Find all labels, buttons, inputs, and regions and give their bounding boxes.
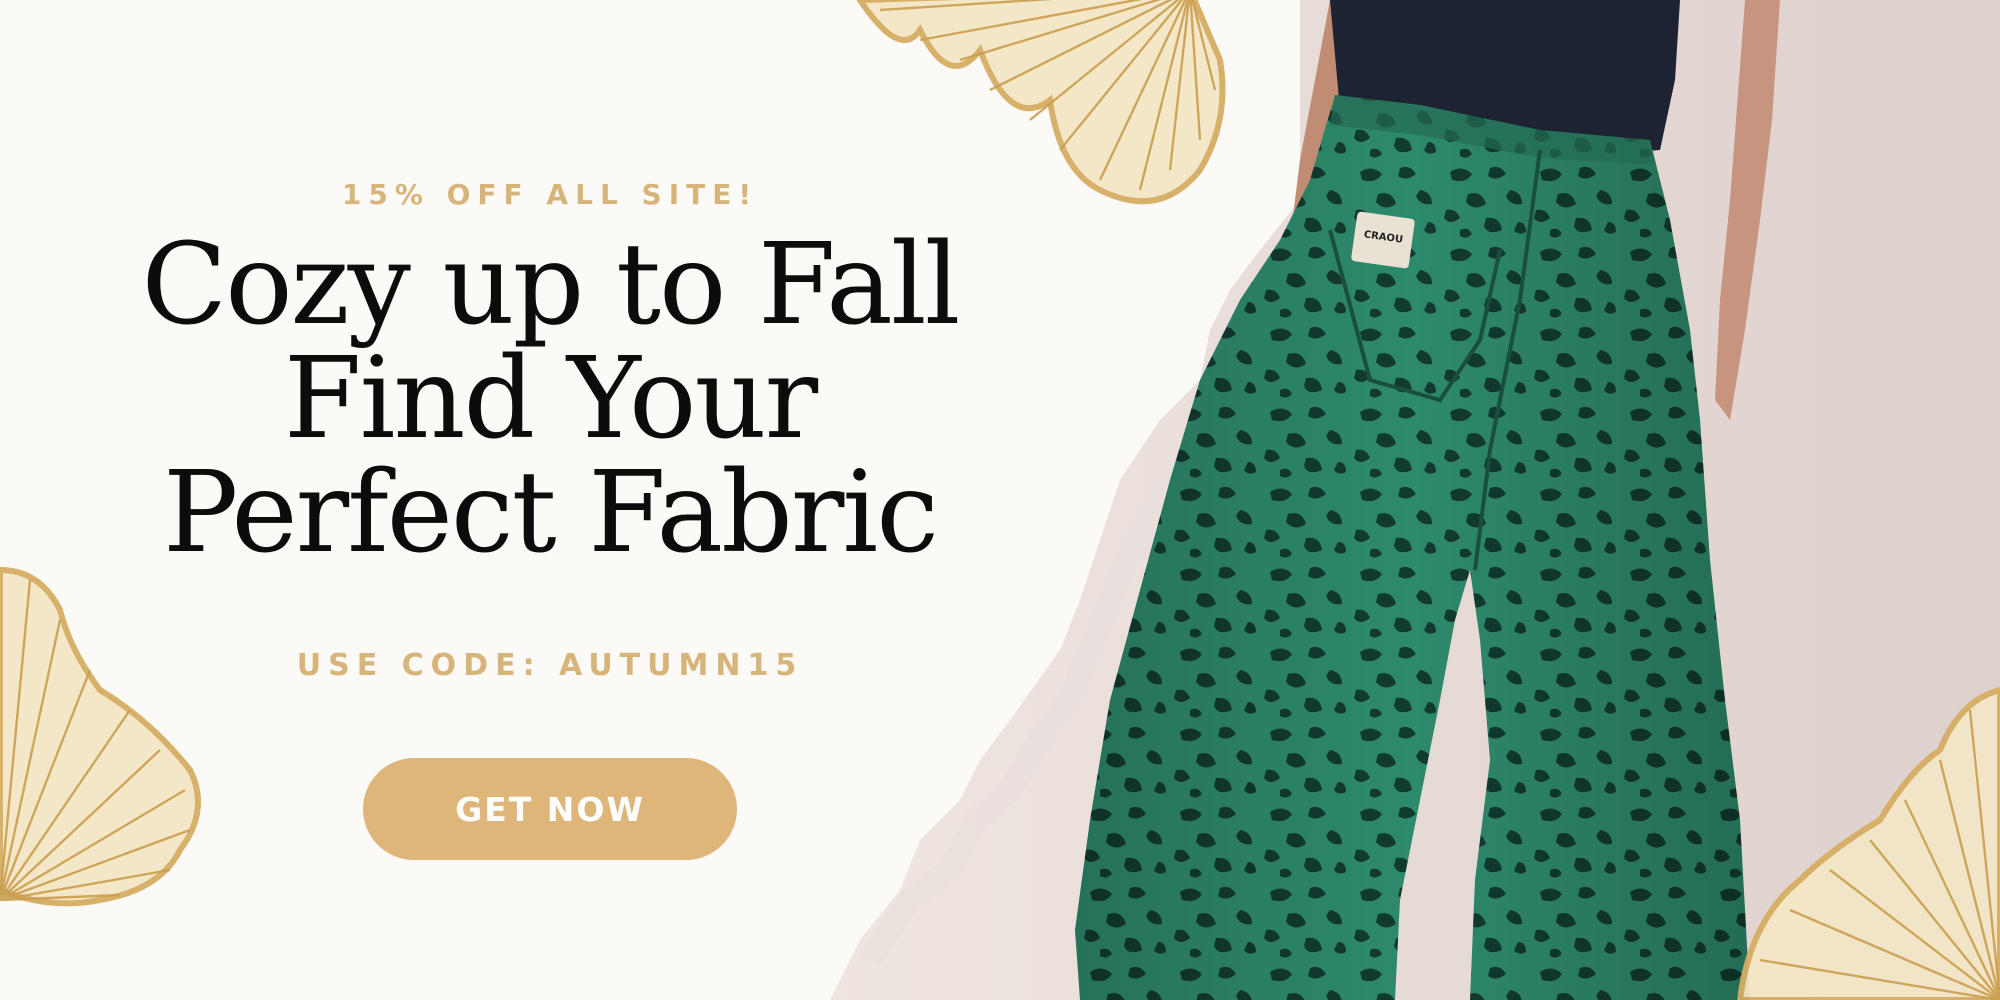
promo-headline: 15% OFF ALL SITE! bbox=[341, 178, 759, 211]
promo-banner: CRAOU 15% OFF ALL SITE! Cozy up to Fall … bbox=[0, 0, 2000, 1000]
coupon-code: USE CODE: AUTUMN15 bbox=[296, 648, 804, 683]
get-now-button[interactable]: GET NOW bbox=[363, 758, 737, 860]
headline-line-2: Find Your bbox=[283, 334, 818, 464]
headline-line-3: Perfect Fabric bbox=[163, 448, 939, 578]
main-headline: Cozy up to Fall Find Your Perfect Fabric bbox=[130, 228, 970, 570]
promo-text-block: 15% OFF ALL SITE! Cozy up to Fall Find Y… bbox=[130, 0, 970, 1000]
headline-line-1: Cozy up to Fall bbox=[141, 220, 961, 350]
